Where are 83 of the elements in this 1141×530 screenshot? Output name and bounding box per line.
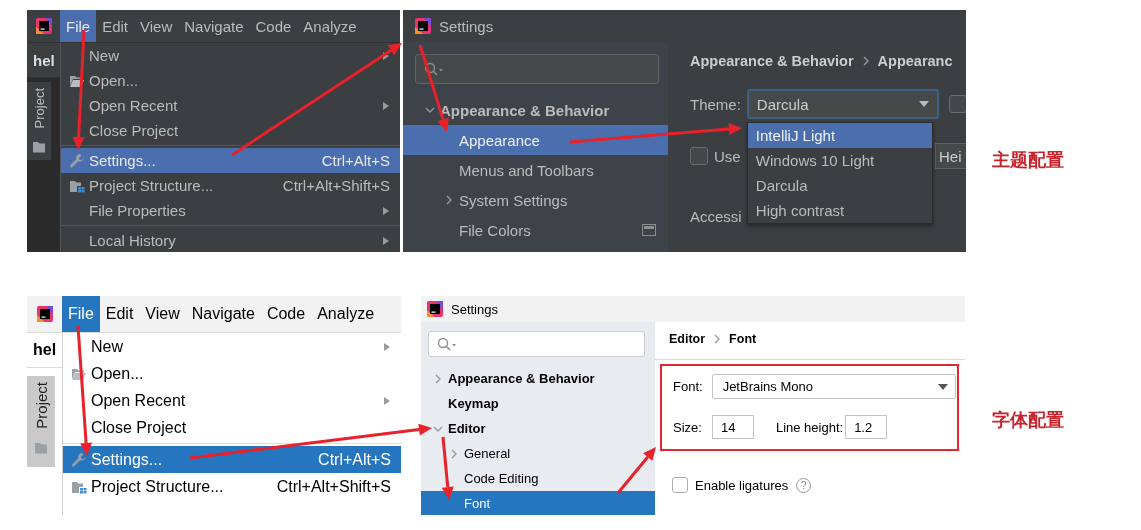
menu-bar-item[interactable]: Code bbox=[249, 10, 298, 42]
breadcrumb-item[interactable]: Appearanc bbox=[877, 53, 953, 69]
tree-item[interactable]: System Settings bbox=[403, 185, 668, 215]
menu-item[interactable]: Settings... Ctrl+Alt+S bbox=[63, 446, 401, 473]
tree-item[interactable]: Appearance bbox=[403, 125, 668, 155]
theme-label: Theme: bbox=[690, 95, 741, 113]
line-height-field[interactable]: 1.2 bbox=[845, 415, 888, 439]
arrow bbox=[616, 447, 656, 494]
menu-item[interactable]: Close Project bbox=[61, 118, 400, 143]
menu-item[interactable]: Open... bbox=[63, 360, 401, 387]
menu-bar-item[interactable]: View bbox=[139, 296, 186, 332]
menu-bar-item[interactable]: Navigate bbox=[185, 296, 261, 332]
app-logo-icon bbox=[35, 18, 52, 34]
breadcrumb-item[interactable]: Font bbox=[729, 332, 757, 346]
tree-item[interactable]: File Colors bbox=[403, 215, 668, 245]
app-logo-icon bbox=[36, 306, 53, 322]
line-height-label: Line height: bbox=[775, 419, 844, 435]
menu-item[interactable]: New bbox=[63, 333, 401, 360]
app-logo-icon bbox=[415, 18, 431, 34]
window-title: Settings bbox=[439, 17, 494, 35]
menu-bar-item[interactable]: Analyze bbox=[311, 296, 381, 332]
size-field[interactable]: 14 bbox=[711, 415, 754, 439]
tree-item[interactable]: Keymap bbox=[421, 391, 655, 416]
checkbox-label: Enable ligatures bbox=[695, 477, 789, 493]
caption-label: 主题配置 bbox=[992, 149, 1064, 172]
menu-item[interactable]: Open Recent bbox=[63, 387, 401, 414]
menu-bar-item[interactable]: Analyze bbox=[297, 10, 363, 42]
checkbox-label: Use bbox=[714, 147, 741, 165]
section-heading: Accessi bbox=[690, 208, 742, 225]
tree-item[interactable]: Code Editing bbox=[421, 466, 655, 491]
tree-item[interactable]: General bbox=[421, 441, 655, 466]
theme-dropdown[interactable]: Darcula bbox=[746, 89, 939, 119]
wrench-icon bbox=[71, 451, 87, 468]
search-field[interactable] bbox=[415, 54, 659, 84]
tree-item[interactable]: Menus and Toolbars bbox=[403, 155, 668, 185]
menu-item[interactable]: Open... bbox=[61, 68, 400, 93]
chevron-icon bbox=[861, 56, 870, 66]
font-label: Font: bbox=[673, 379, 703, 394]
chevron-icon bbox=[713, 334, 722, 344]
breadcrumb-item[interactable]: Appearance & Behavior bbox=[690, 53, 854, 69]
tree-item[interactable]: Font bbox=[421, 491, 655, 515]
menu-bar-item[interactable]: Code bbox=[260, 296, 312, 332]
folder-icon bbox=[32, 140, 46, 155]
folder-icon bbox=[34, 440, 48, 455]
app-logo-icon bbox=[427, 301, 443, 317]
menu-bar-item[interactable]: View bbox=[134, 10, 179, 42]
dropdown-option[interactable]: High contrast bbox=[747, 198, 932, 223]
menu-item[interactable]: Project Structure... Ctrl+Alt+Shift+S bbox=[63, 473, 401, 500]
menu-bar-item[interactable]: Navigate bbox=[178, 10, 250, 42]
dropdown-option[interactable]: IntelliJ Light bbox=[747, 123, 932, 148]
tree-item[interactable]: Editor bbox=[421, 416, 655, 441]
menu-bar-item[interactable]: File bbox=[60, 10, 97, 42]
checkbox[interactable] bbox=[690, 147, 708, 165]
tool-window-tab[interactable]: Project bbox=[32, 376, 50, 437]
menu-item[interactable]: Project Structure... Ctrl+Alt+Shift+S bbox=[61, 173, 400, 198]
caption-label: 字体配置 bbox=[992, 409, 1064, 432]
menu-bar-item[interactable]: File bbox=[62, 296, 100, 332]
caret-icon bbox=[918, 101, 929, 107]
font-dropdown[interactable]: JetBrains Mono bbox=[711, 374, 956, 399]
menu-item[interactable]: New bbox=[61, 43, 400, 68]
dropdown-option[interactable]: Windows 10 Light bbox=[747, 148, 932, 173]
tree-item[interactable]: Appearance & Behavior bbox=[421, 366, 655, 391]
search-icon bbox=[437, 337, 457, 351]
menu-item[interactable]: Close Project bbox=[63, 414, 401, 441]
search-icon bbox=[424, 62, 444, 76]
menu-bar-item[interactable]: Edit bbox=[99, 296, 140, 332]
menu-bar-item[interactable]: Edit bbox=[96, 10, 135, 42]
wrench-icon bbox=[69, 152, 85, 169]
menu-item[interactable]: Settings... Ctrl+Alt+S bbox=[61, 148, 400, 173]
arrow bbox=[441, 436, 454, 500]
project-name-label: hel bbox=[27, 43, 60, 78]
checkbox[interactable] bbox=[672, 477, 688, 493]
checkbox[interactable] bbox=[948, 95, 966, 113]
dropdown-option[interactable]: Darcula bbox=[747, 173, 932, 198]
tool-window-tab[interactable]: Project bbox=[31, 82, 47, 137]
menu-item[interactable]: Open Recent bbox=[61, 93, 400, 118]
caret-icon bbox=[938, 383, 948, 390]
window-title: Settings bbox=[451, 301, 498, 317]
size-label: Size: bbox=[673, 419, 702, 435]
menu-item[interactable]: File Properties bbox=[61, 198, 400, 223]
breadcrumb-item[interactable]: Editor bbox=[669, 332, 706, 346]
menu-item[interactable]: Local History bbox=[61, 228, 400, 252]
font-field[interactable]: Hei bbox=[935, 143, 966, 169]
